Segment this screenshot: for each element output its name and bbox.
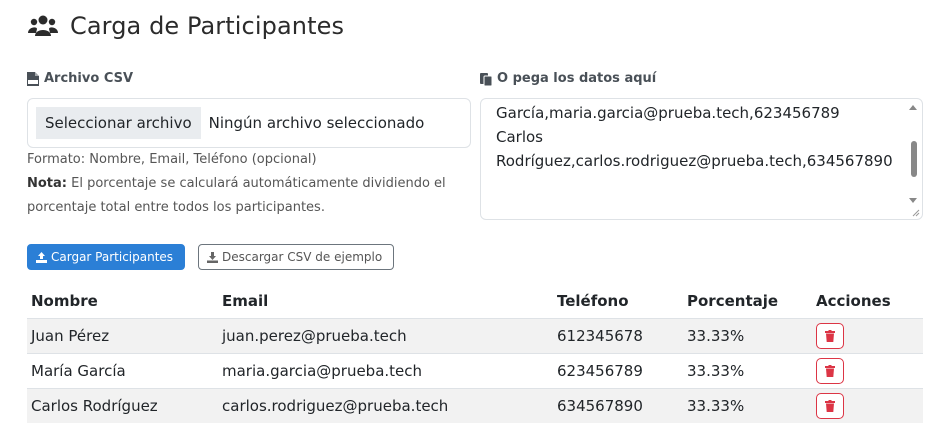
- delete-button[interactable]: [816, 322, 844, 349]
- paste-icon: [480, 72, 492, 86]
- cell-nombre: María García: [27, 352, 218, 388]
- textarea-scrollbar[interactable]: [908, 101, 920, 205]
- table-header-row: Nombre Email Teléfono Porcentaje Accione…: [27, 284, 923, 318]
- cell-porcentaje: 33.33%: [683, 352, 812, 388]
- paste-textarea[interactable]: García,maria.garcia@prueba.tech,62345678…: [480, 98, 923, 220]
- header-email: Email: [222, 291, 269, 310]
- csv-label: Archivo CSV: [27, 71, 133, 86]
- cell-acciones: [812, 352, 923, 388]
- cell-telefono: 623456789: [553, 352, 683, 388]
- cell-acciones: [812, 387, 923, 423]
- file-input[interactable]: Seleccionar archivo Ningún archivo selec…: [27, 98, 471, 148]
- cell-telefono: 634567890: [553, 387, 683, 423]
- header-telefono: Teléfono: [557, 291, 629, 310]
- delete-button[interactable]: [816, 392, 844, 419]
- scroll-up-arrow[interactable]: [909, 105, 917, 110]
- page-title: Carga de Participantes: [70, 12, 345, 40]
- format-hint: Formato: Nombre, Email, Teléfono (opcion…: [27, 152, 317, 167]
- cell-email: carlos.rodriguez@prueba.tech: [218, 387, 553, 423]
- table-row: María García maria.garcia@prueba.tech 62…: [27, 352, 923, 388]
- download-sample-button[interactable]: Descargar CSV de ejemplo: [198, 244, 394, 270]
- percentage-note: Nota: El porcentaje se calculará automát…: [27, 176, 446, 215]
- paste-label: O pega los datos aquí: [480, 71, 656, 86]
- header-porcentaje: Porcentaje: [687, 291, 779, 310]
- trash-icon: [825, 329, 835, 342]
- cell-acciones: [812, 317, 923, 353]
- cell-nombre: Carlos Rodríguez: [27, 387, 218, 423]
- upload-participants-button[interactable]: Cargar Participantes: [27, 244, 185, 270]
- cell-porcentaje: 33.33%: [683, 387, 812, 423]
- delete-button[interactable]: [816, 357, 844, 384]
- paste-textarea-value: García,maria.garcia@prueba.tech,62345678…: [496, 104, 893, 170]
- cell-email: maria.garcia@prueba.tech: [218, 352, 553, 388]
- trash-icon: [825, 364, 835, 377]
- file-csv-icon: [27, 71, 39, 86]
- resize-handle-icon[interactable]: [910, 207, 920, 217]
- page-header: Carga de Participantes: [28, 12, 344, 40]
- table-row: Carlos Rodríguez carlos.rodriguez@prueba…: [27, 387, 923, 423]
- cell-nombre: Juan Pérez: [27, 317, 218, 353]
- trash-icon: [825, 399, 835, 412]
- download-icon: [207, 251, 218, 263]
- cell-telefono: 612345678: [553, 317, 683, 353]
- scroll-thumb[interactable]: [911, 141, 917, 177]
- users-icon: [28, 15, 58, 36]
- header-nombre: Nombre: [31, 291, 98, 310]
- cell-email: juan.perez@prueba.tech: [218, 317, 553, 353]
- scroll-down-arrow[interactable]: [909, 198, 917, 203]
- upload-icon: [36, 251, 47, 263]
- cell-porcentaje: 33.33%: [683, 317, 812, 353]
- choose-file-button[interactable]: Seleccionar archivo: [36, 107, 201, 139]
- table-row: Juan Pérez juan.perez@prueba.tech 612345…: [27, 317, 923, 353]
- participants-table: Nombre Email Teléfono Porcentaje Accione…: [27, 284, 923, 423]
- header-acciones: Acciones: [816, 291, 891, 310]
- file-status: Ningún archivo seleccionado: [208, 114, 425, 132]
